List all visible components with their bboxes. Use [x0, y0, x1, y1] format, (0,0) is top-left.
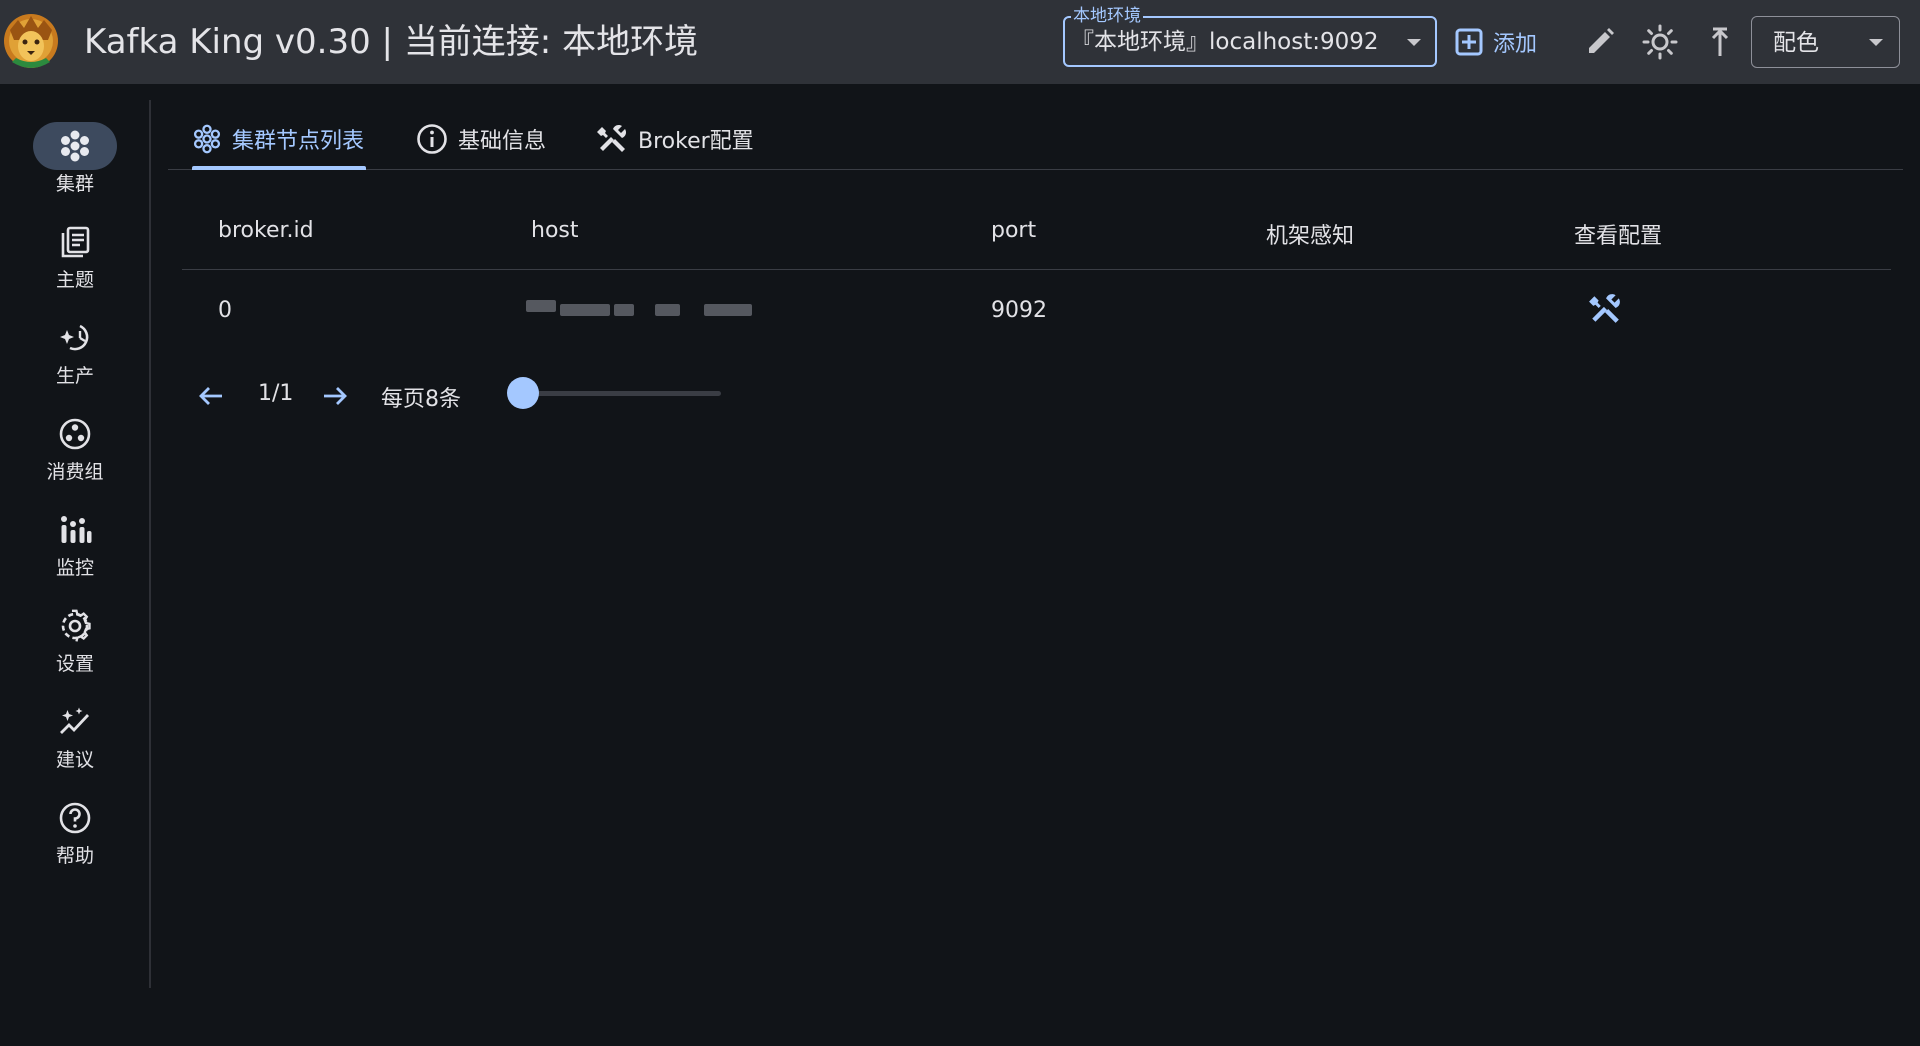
column-header-broker-id[interactable]: broker.id — [218, 218, 314, 243]
connection-select-label: 本地环境 — [1071, 6, 1143, 26]
sidebar-item-produce[interactable]: 生产 — [0, 314, 150, 402]
consumer-group-icon — [59, 418, 91, 450]
gear-icon — [61, 609, 91, 642]
connection-select[interactable]: 本地环境 『本地环境』localhost:9092 — [1063, 7, 1437, 67]
app-title: Kafka King v0.30 | 当前连接: 本地环境 — [84, 22, 699, 62]
nav-icon-container — [33, 698, 117, 746]
tab-label: Broker配置 — [638, 129, 754, 154]
brightness-icon[interactable] — [1640, 22, 1680, 62]
chevron-down-icon — [1407, 39, 1421, 46]
lion-logo-icon — [4, 14, 58, 68]
top-bar: Kafka King v0.30 | 当前连接: 本地环境 本地环境 『本地环境… — [0, 0, 1920, 84]
page-size-slider[interactable] — [507, 377, 721, 409]
sidebar-item-label: 帮助 — [55, 845, 94, 867]
redaction-block — [526, 300, 556, 312]
sidebar-item-help[interactable]: 帮助 — [0, 794, 150, 882]
broker-table: broker.id host port 机架感知 查看配置 0 9092 — [182, 196, 1891, 344]
sidebar-item-monitor[interactable]: 监控 — [0, 506, 150, 594]
sidebar-item-label: 集群 — [55, 173, 94, 195]
edit-pencil-icon[interactable] — [1580, 22, 1620, 62]
column-header-view-config[interactable]: 查看配置 — [1574, 218, 1662, 250]
nav-icon-container — [33, 506, 117, 554]
arrow-right-icon[interactable] — [320, 381, 350, 411]
info-icon — [417, 124, 447, 154]
redaction-block — [560, 304, 610, 316]
column-header-host[interactable]: host — [531, 218, 579, 243]
nav-icon-container — [33, 122, 117, 170]
column-header-rack[interactable]: 机架感知 — [1266, 218, 1354, 250]
redaction-block — [614, 304, 634, 316]
upload-icon[interactable] — [1700, 22, 1740, 62]
nav-icon-container — [33, 602, 117, 650]
active-tab-indicator — [192, 166, 366, 170]
add-connection-label: 添加 — [1493, 32, 1538, 57]
cluster-icon — [193, 124, 221, 154]
sidebar-divider — [149, 100, 151, 988]
suggestion-icon — [60, 707, 90, 734]
nav-icon-container — [33, 218, 117, 266]
cell-port: 9092 — [991, 298, 1047, 323]
produce-icon — [60, 324, 89, 351]
add-box-icon — [1455, 28, 1483, 56]
monitor-icon — [61, 516, 92, 543]
nav-icon-container — [33, 794, 117, 842]
help-icon — [59, 802, 91, 834]
pagination: 1/1 每页8条 — [196, 375, 756, 415]
table-row: 0 9092 — [182, 270, 1891, 344]
nav-icon-container — [33, 410, 117, 458]
tools-icon — [597, 124, 627, 152]
sidebar-nav: 集群 主题 生产 消费组 监控 设置 建议 帮助 — [0, 84, 150, 1046]
tab-basic-info[interactable]: 基础信息 — [416, 108, 546, 170]
tab-cluster-nodes[interactable]: 集群节点列表 — [192, 108, 364, 170]
connection-select-value: 『本地环境』localhost:9092 — [1071, 29, 1379, 55]
sidebar-item-suggestion[interactable]: 建议 — [0, 698, 150, 786]
tab-label: 基础信息 — [458, 129, 547, 154]
cell-broker-id: 0 — [218, 298, 232, 323]
sidebar-item-label: 消费组 — [46, 461, 104, 483]
slider-thumb[interactable] — [507, 377, 539, 409]
page-indicator: 1/1 — [258, 381, 294, 406]
topic-icon — [61, 226, 90, 258]
sidebar-item-label: 生产 — [55, 365, 94, 387]
table-header: broker.id host port 机架感知 查看配置 — [182, 196, 1891, 270]
sidebar-item-topic[interactable]: 主题 — [0, 218, 150, 306]
redaction-block — [655, 304, 680, 316]
sidebar-item-label: 主题 — [55, 269, 94, 291]
theme-select[interactable]: 配色 — [1751, 16, 1900, 68]
per-page-label: 每页8条 — [381, 387, 461, 412]
app-window: Kafka King v0.30 | 当前连接: 本地环境 本地环境 『本地环境… — [0, 0, 1920, 1046]
redaction-block — [704, 304, 752, 316]
sidebar-item-cluster[interactable]: 集群 — [0, 122, 150, 210]
tab-broker-config[interactable]: Broker配置 — [596, 108, 754, 170]
sidebar-item-consumer-group[interactable]: 消费组 — [0, 410, 150, 498]
arrow-left-icon[interactable] — [196, 381, 226, 411]
sidebar-item-label: 设置 — [55, 653, 94, 675]
tab-bar: 集群节点列表 基础信息 Broker配置 — [168, 108, 1903, 170]
tab-label: 集群节点列表 — [232, 129, 365, 154]
sidebar-item-label: 监控 — [55, 557, 94, 579]
theme-select-value: 配色 — [1773, 30, 1819, 56]
add-connection-button[interactable]: 添加 — [1455, 22, 1537, 62]
cluster-icon — [61, 130, 89, 162]
nav-icon-container — [33, 314, 117, 362]
sidebar-item-settings[interactable]: 设置 — [0, 602, 150, 690]
view-config-tools-icon[interactable] — [1588, 292, 1622, 326]
column-header-port[interactable]: port — [991, 218, 1036, 243]
sidebar-item-label: 建议 — [55, 749, 94, 771]
chevron-down-icon — [1869, 39, 1883, 46]
